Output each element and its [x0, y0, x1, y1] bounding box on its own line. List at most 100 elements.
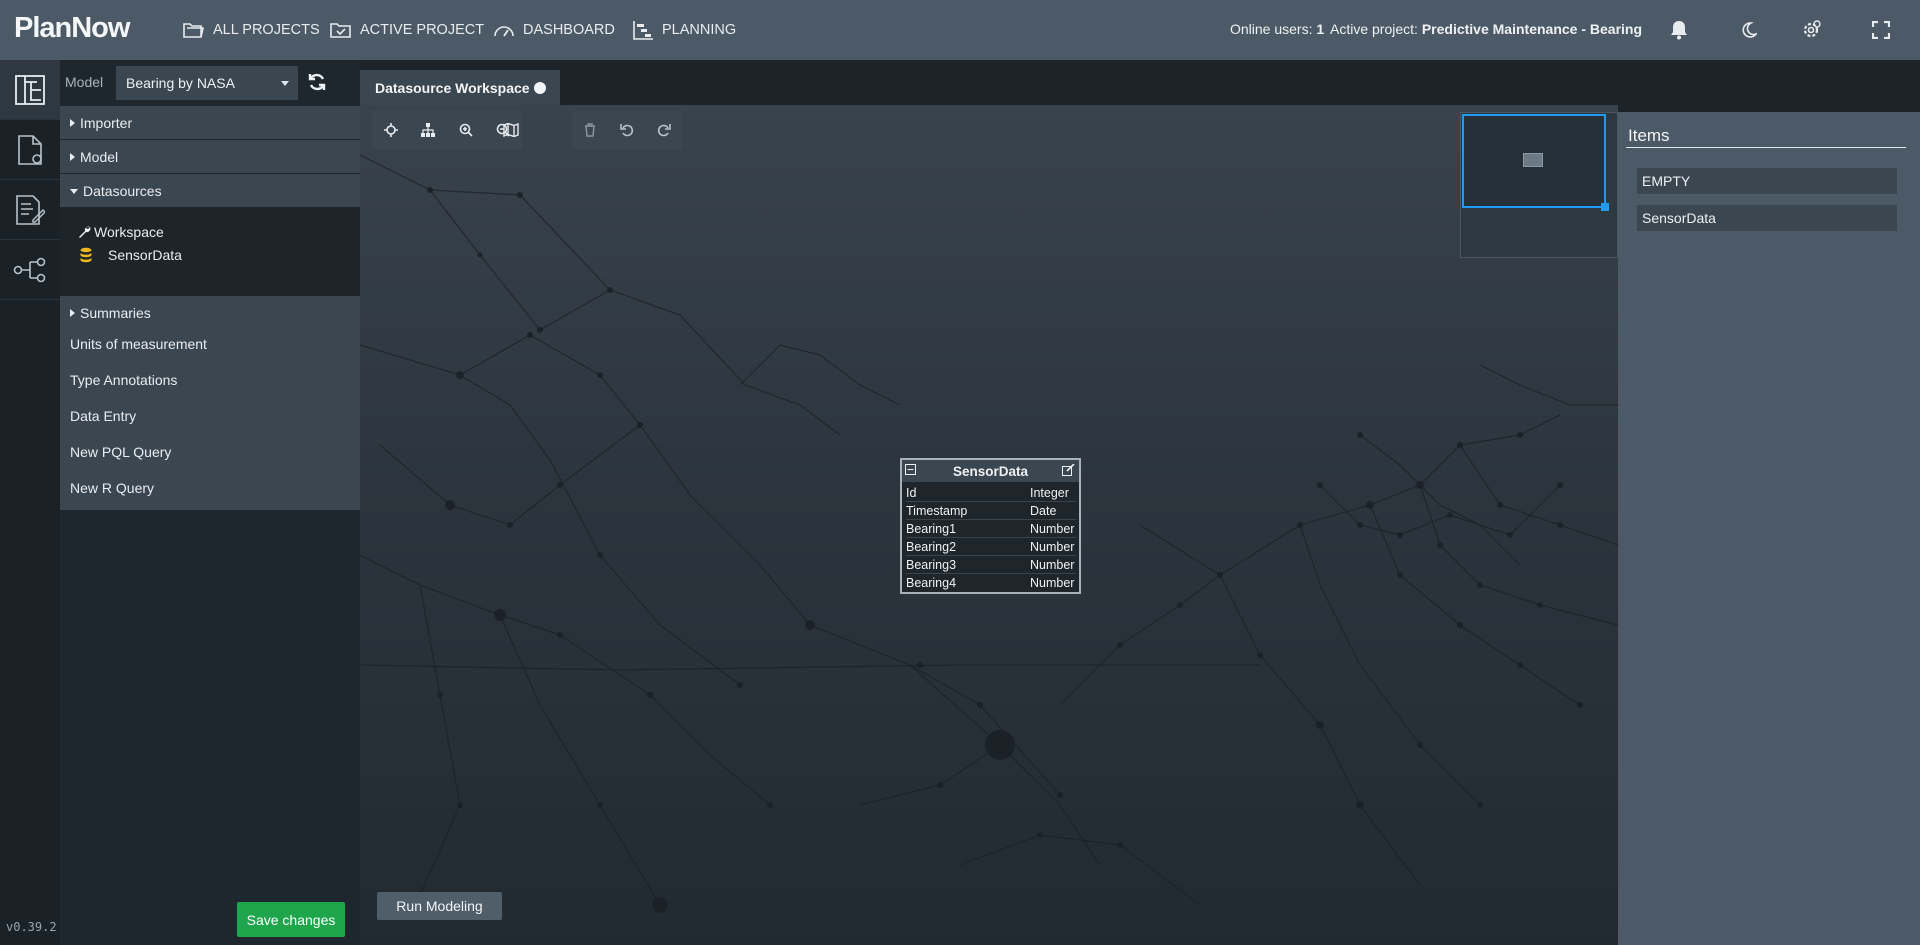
edit-icon[interactable] [1062, 464, 1075, 476]
tree-node-summaries[interactable]: Summaries [60, 296, 360, 329]
nav-planning[interactable]: PLANNING [632, 0, 736, 60]
online-users-count: 1 [1316, 21, 1325, 37]
zoom-in-icon[interactable] [447, 111, 485, 149]
model-row: Model Bearing by NASA [60, 60, 360, 106]
undo-icon[interactable] [609, 111, 646, 149]
field-name: Bearing3 [906, 558, 957, 572]
items-divider [1626, 147, 1906, 148]
node-field-row[interactable]: Id Integer [906, 484, 1076, 502]
sidebar-item-data-entry[interactable]: Data Entry [60, 398, 360, 434]
node-field-row[interactable]: Bearing2 Number [906, 538, 1076, 556]
flow-nodes-icon [13, 257, 46, 282]
sidebar: Model Bearing by NASA Importer Model Dat… [60, 60, 360, 945]
tree-item-sensordata[interactable]: SensorData [80, 247, 182, 263]
nav-all-projects-label: ALL PROJECTS [213, 22, 320, 38]
sidebar-item-type-annotations[interactable]: Type Annotations [60, 362, 360, 398]
gear-icon[interactable] [1800, 19, 1822, 41]
tree-node-datasources-label: Datasources [83, 183, 162, 199]
minimap[interactable] [1460, 112, 1618, 258]
run-modeling-button[interactable]: Run Modeling [377, 892, 502, 920]
active-project-name: Predictive Maintenance - Bearing [1421, 21, 1643, 37]
database-icon [80, 247, 92, 263]
caret-down-icon [70, 189, 78, 194]
refresh-icon[interactable] [307, 72, 327, 97]
model-label: Model [65, 74, 104, 90]
rail-edit[interactable] [0, 180, 60, 240]
tree-item-sensordata-label: SensorData [108, 247, 182, 263]
unsaved-dot-icon [534, 82, 546, 94]
bell-icon[interactable] [1668, 19, 1690, 41]
nav-dashboard[interactable]: DASHBOARD [493, 0, 615, 60]
rail-datasources[interactable] [0, 60, 60, 120]
tree-node-model-label: Model [80, 149, 119, 165]
tree-item-workspace[interactable]: Workspace [78, 224, 164, 240]
field-name: Timestamp [906, 504, 968, 518]
node-field-row[interactable]: Bearing1 Number [906, 520, 1076, 538]
save-changes-button[interactable]: Save changes [237, 902, 345, 937]
gantt-icon [633, 21, 653, 40]
brand-logo[interactable]: PlanNow [14, 12, 130, 45]
center-icon[interactable] [372, 111, 410, 149]
datasources-panel: Workspace SensorData [60, 208, 360, 296]
tab-datasource-workspace-label: Datasource Workspace [375, 80, 530, 96]
datasource-node[interactable]: SensorData Id Integer Timestamp Date Bea… [900, 458, 1081, 594]
caret-right-icon [70, 119, 75, 127]
items-entry-sensordata[interactable]: SensorData [1637, 205, 1897, 231]
wrench-icon [79, 226, 91, 238]
tree-node-importer-label: Importer [80, 115, 133, 131]
sidebar-item-new-pql-query[interactable]: New PQL Query [60, 434, 360, 470]
trash-icon[interactable] [572, 111, 609, 149]
minimap-resize-handle[interactable] [1601, 203, 1609, 211]
model-select[interactable]: Bearing by NASA [116, 66, 298, 100]
tree-node-summaries-label: Summaries [80, 305, 151, 321]
nav-all-projects[interactable]: ALL PROJECTS [183, 0, 320, 60]
map-icon[interactable] [492, 111, 530, 149]
chevron-down-icon [281, 81, 289, 86]
field-name: Bearing1 [906, 522, 957, 536]
caret-right-icon [70, 309, 75, 317]
canvas-toolbar-map [492, 111, 530, 149]
collapse-icon[interactable] [905, 464, 916, 475]
minimap-node [1523, 153, 1543, 167]
version-label: v0.39.2 [6, 920, 57, 934]
node-header[interactable]: SensorData [902, 460, 1079, 482]
hierarchy-icon[interactable] [410, 111, 448, 149]
gauge-icon [494, 26, 514, 37]
tree-node-datasources[interactable]: Datasources [60, 174, 360, 207]
moon-icon[interactable] [1738, 19, 1760, 41]
tree-node-model[interactable]: Model [60, 140, 360, 173]
folder-check-icon [330, 23, 351, 38]
node-field-row[interactable]: Timestamp Date [906, 502, 1076, 520]
rail-flow[interactable] [0, 240, 60, 300]
items-entry-empty[interactable]: EMPTY [1637, 168, 1897, 194]
tree-item-workspace-label: Workspace [94, 224, 164, 240]
workspace-tabbar: Datasource Workspace [360, 60, 1920, 105]
top-bar: PlanNow ALL PROJECTS ACTIVE PROJECT DASH… [0, 0, 1920, 60]
nav-active-project[interactable]: ACTIVE PROJECT [330, 0, 484, 60]
online-users-label: Online users: [1230, 21, 1313, 37]
field-name: Bearing4 [906, 576, 957, 590]
node-field-row[interactable]: Bearing3 Number [906, 556, 1076, 574]
fullscreen-icon[interactable] [1870, 19, 1892, 41]
field-name: Bearing2 [906, 540, 957, 554]
icon-rail: v0.39.2 [0, 60, 60, 945]
tree-structure-icon [15, 74, 45, 105]
rail-documents[interactable] [0, 120, 60, 180]
document-link-icon [18, 134, 42, 165]
folders-icon [183, 23, 204, 38]
sidebar-list: Summaries Units of measurement Type Anno… [60, 296, 360, 510]
field-type: Number [1030, 576, 1075, 590]
tree-node-importer[interactable]: Importer [60, 106, 360, 139]
field-type: Number [1030, 540, 1075, 554]
redo-icon[interactable] [645, 111, 682, 149]
nav-dashboard-label: DASHBOARD [523, 22, 615, 38]
tab-datasource-workspace[interactable]: Datasource Workspace [360, 70, 560, 105]
sidebar-item-new-r-query[interactable]: New R Query [60, 470, 360, 506]
nav-active-project-label: ACTIVE PROJECT [360, 22, 485, 38]
node-field-row[interactable]: Bearing4 Number [906, 574, 1076, 592]
online-users: Online users: 1 [1230, 21, 1324, 37]
active-project-info: Active project: Predictive Maintenance -… [1330, 21, 1642, 37]
sidebar-item-units[interactable]: Units of measurement [60, 326, 360, 362]
field-type: Number [1030, 522, 1075, 536]
model-select-value: Bearing by NASA [126, 75, 235, 91]
